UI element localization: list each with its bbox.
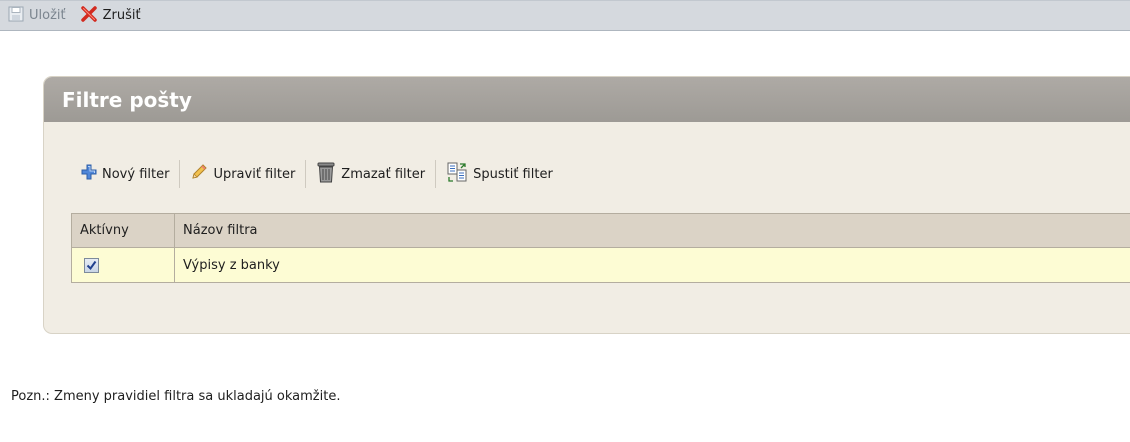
note-text: Pozn.: Zmeny pravidiel filtra sa ukladaj…	[11, 389, 341, 404]
run-filter-label: Spustiť filter	[473, 166, 553, 182]
run-filter-icon	[446, 161, 468, 187]
cancel-label: Zrušiť	[102, 8, 141, 23]
panel-title: Filtre pošty	[44, 77, 1130, 122]
trash-icon	[316, 161, 336, 187]
filter-name-cell: Výpisy z banky	[174, 247, 1130, 283]
checkmark-icon	[86, 260, 97, 270]
cancel-button[interactable]: Zrušiť	[80, 4, 141, 28]
table-header-row: Aktívny Názov filtra	[71, 213, 1130, 248]
toolbar-separator	[435, 160, 437, 188]
red-x-icon	[80, 5, 98, 27]
delete-filter-label: Zmazať filter	[341, 166, 426, 182]
filters-table: Aktívny Názov filtra Výpisy z banky	[71, 213, 1130, 283]
save-button[interactable]: Uložiť	[8, 4, 66, 28]
active-cell	[71, 247, 175, 283]
new-filter-label: Nový filter	[102, 166, 170, 182]
disk-icon	[8, 6, 24, 26]
edit-filter-label: Upraviť filter	[213, 166, 296, 182]
plus-icon	[81, 164, 97, 184]
run-filter-button[interactable]: Spustiť filter	[446, 161, 553, 187]
toolbar-separator	[179, 160, 181, 188]
delete-filter-button[interactable]: Zmazať filter	[316, 161, 425, 187]
column-header-active[interactable]: Aktívny	[71, 213, 175, 248]
new-filter-button[interactable]: Nový filter	[81, 164, 169, 184]
edit-filter-button[interactable]: Upraviť filter	[190, 164, 295, 184]
save-label: Uložiť	[29, 8, 66, 23]
top-toolbar: Uložiť Zrušiť	[0, 0, 1130, 31]
toolbar-separator	[305, 160, 307, 188]
filter-actions-toolbar: Nový filter Upraviť filter Zmazať filter…	[81, 159, 553, 189]
column-header-filter-name[interactable]: Názov filtra	[174, 213, 1130, 248]
pencil-icon	[190, 164, 208, 184]
active-checkbox[interactable]	[84, 257, 99, 273]
table-row[interactable]: Výpisy z banky	[71, 247, 1130, 283]
mail-filters-panel: Filtre pošty Nový filter Upraviť filter	[43, 76, 1130, 334]
